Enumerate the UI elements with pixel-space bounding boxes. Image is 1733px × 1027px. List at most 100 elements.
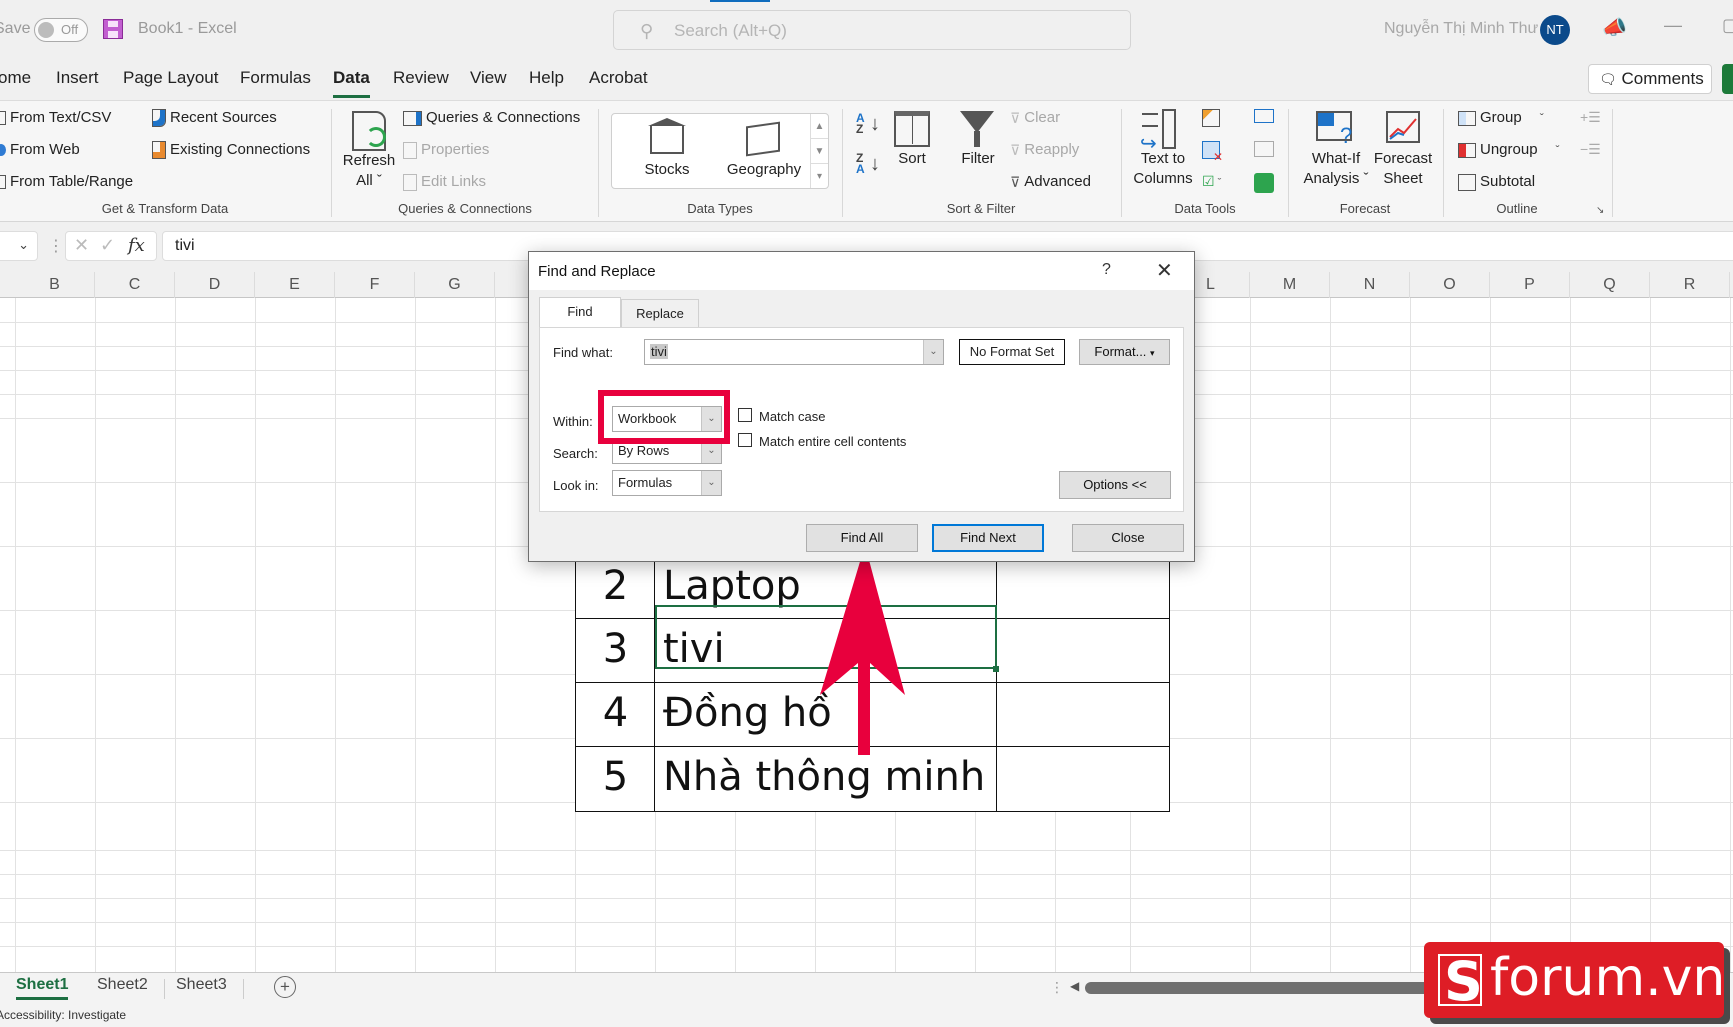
stocks-button[interactable]: Stocks [626, 114, 708, 188]
tab-review[interactable]: Review [393, 68, 449, 88]
from-text-csv-button[interactable]: From Text/CSV [0, 109, 111, 126]
tab-help[interactable]: Help [529, 68, 564, 88]
flash-fill-icon[interactable] [1202, 109, 1220, 127]
table-cell-num[interactable]: 2 [575, 555, 656, 620]
tab-view[interactable]: View [470, 68, 507, 88]
gallery-scroll[interactable]: ▲ ▼ ▾ [810, 114, 828, 188]
gallery-more-icon[interactable]: ▾ [811, 164, 828, 189]
tab-insert[interactable]: Insert [56, 68, 99, 88]
match-case-checkbox[interactable] [738, 408, 752, 422]
tab-splitter-icon[interactable]: ⋮ [1050, 979, 1064, 996]
ungroup-button[interactable]: Ungroup ˇ [1458, 141, 1560, 158]
find-what-dropdown-icon[interactable]: ⌄ [923, 340, 943, 364]
subtotal-button[interactable]: Subtotal [1458, 173, 1535, 191]
from-table-range-button[interactable]: From Table/Range [0, 173, 133, 190]
find-all-button[interactable]: Find All [806, 524, 918, 552]
avatar[interactable]: NT [1540, 15, 1570, 45]
tab-acrobat[interactable]: Acrobat [589, 68, 648, 88]
table-cell-num[interactable]: 3 [575, 618, 656, 684]
column-header-o[interactable]: O [1410, 272, 1490, 298]
from-web-button[interactable]: From Web [0, 141, 80, 158]
autosave-toggle[interactable]: Off [34, 18, 88, 42]
cancel-icon[interactable]: ✕ [74, 235, 89, 256]
find-next-button[interactable]: Find Next [932, 524, 1044, 552]
name-box-dropdown-icon[interactable]: ⌄ [18, 237, 29, 253]
enter-icon[interactable]: ✓ [100, 235, 115, 256]
help-button[interactable]: ? [1102, 261, 1111, 279]
formula-bar-grip-icon[interactable]: ⋮ [48, 236, 64, 256]
table-cell-empty[interactable] [996, 618, 1170, 684]
name-box[interactable]: ⌄ [0, 231, 38, 261]
gallery-down-icon[interactable]: ▼ [811, 139, 828, 164]
find-what-input[interactable]: tivi ⌄ [644, 339, 944, 365]
format-button[interactable]: Format... ▾ [1079, 339, 1170, 365]
match-entire-label[interactable]: Match entire cell contents [759, 434, 906, 449]
column-header-n[interactable]: N [1330, 272, 1410, 298]
tab-home[interactable]: ome [0, 68, 31, 88]
outline-dialog-launcher-icon[interactable]: ↘ [1596, 205, 1604, 216]
column-header-m[interactable]: M [1250, 272, 1330, 298]
gallery-up-icon[interactable]: ▲ [811, 114, 828, 139]
consolidate-icon[interactable] [1254, 109, 1274, 123]
clear-filter-button[interactable]: ⊽ Clear [1010, 109, 1060, 127]
table-cell-empty[interactable] [996, 746, 1170, 812]
properties-button[interactable]: Properties [403, 141, 489, 159]
close-button[interactable]: Close [1072, 524, 1184, 552]
match-case-label[interactable]: Match case [759, 409, 825, 424]
remove-duplicates-icon[interactable]: ✕ [1202, 141, 1223, 164]
restore-button[interactable]: ▢ [1722, 15, 1733, 36]
sort-a-z-icon[interactable]: AZ [856, 112, 865, 135]
table-cell-num[interactable]: 4 [575, 682, 656, 748]
relationships-icon[interactable] [1254, 141, 1274, 157]
reapply-button[interactable]: ⊽ Reapply [1010, 141, 1079, 159]
sort-z-a-icon[interactable]: ZA [856, 152, 865, 175]
column-header-q[interactable]: Q [1570, 272, 1650, 298]
sheet-tab-sheet3[interactable]: Sheet3 [176, 976, 227, 994]
tab-formulas[interactable]: Formulas [240, 68, 311, 88]
column-header-b[interactable]: B [15, 272, 95, 298]
recent-sources-button[interactable]: Recent Sources [152, 109, 277, 128]
table-cell-empty[interactable] [996, 555, 1170, 620]
dialog-close-icon[interactable]: ✕ [1156, 258, 1173, 283]
data-validation-icon[interactable]: ☑ ˇ [1202, 173, 1221, 190]
column-header-g[interactable]: G [415, 272, 495, 298]
look-in-dropdown-icon[interactable]: ⌄ [701, 471, 721, 495]
advanced-filter-button[interactable]: ⊽ Advanced [1010, 173, 1091, 191]
column-header-c[interactable]: C [95, 272, 175, 298]
tab-replace[interactable]: Replace [621, 299, 699, 327]
comments-button[interactable]: 🗨 Comments [1588, 64, 1712, 94]
share-button[interactable] [1722, 64, 1733, 94]
column-header-r[interactable]: R [1650, 272, 1730, 298]
feedback-megaphone-icon[interactable]: 📣 [1602, 15, 1627, 40]
save-icon[interactable] [103, 19, 123, 39]
show-detail-icon[interactable]: +☰ [1580, 109, 1601, 126]
tab-page-layout[interactable]: Page Layout [123, 68, 218, 88]
hide-detail-icon[interactable]: −☰ [1580, 141, 1601, 158]
minimize-button[interactable]: — [1664, 15, 1682, 36]
table-cell-num[interactable]: 5 [575, 746, 656, 812]
search-box[interactable]: ⚲ Search (Alt+Q) [613, 10, 1131, 50]
existing-connections-button[interactable]: Existing Connections [152, 141, 310, 160]
sheet-tab-sheet2[interactable]: Sheet2 [97, 976, 148, 994]
queries-connections-button[interactable]: Queries & Connections [403, 109, 580, 126]
options-button[interactable]: Options << [1059, 471, 1171, 499]
look-in-select[interactable]: Formulas ⌄ [612, 470, 722, 496]
scroll-left-icon[interactable]: ◀ [1070, 979, 1079, 993]
column-header-e[interactable]: E [255, 272, 335, 298]
column-header-p[interactable]: P [1490, 272, 1570, 298]
group-dropdown-icon[interactable]: ˇ [1540, 111, 1544, 125]
match-entire-checkbox[interactable] [738, 433, 752, 447]
insert-function-icon[interactable]: fx [128, 235, 145, 256]
add-sheet-button[interactable]: + [274, 976, 296, 998]
geography-button[interactable]: Geography [716, 114, 812, 188]
data-model-icon[interactable] [1254, 173, 1274, 193]
group-button[interactable]: Group ˇ [1458, 109, 1544, 126]
tab-data[interactable]: Data [333, 68, 370, 98]
table-cell-empty[interactable] [996, 682, 1170, 748]
fill-handle[interactable] [993, 666, 999, 672]
column-header-d[interactable]: D [175, 272, 255, 298]
accessibility-status[interactable]: Accessibility: Investigate [0, 1008, 126, 1022]
sheet-tab-sheet1[interactable]: Sheet1 [16, 976, 69, 1000]
ungroup-dropdown-icon[interactable]: ˇ [1556, 143, 1560, 157]
column-header-f[interactable]: F [335, 272, 415, 298]
